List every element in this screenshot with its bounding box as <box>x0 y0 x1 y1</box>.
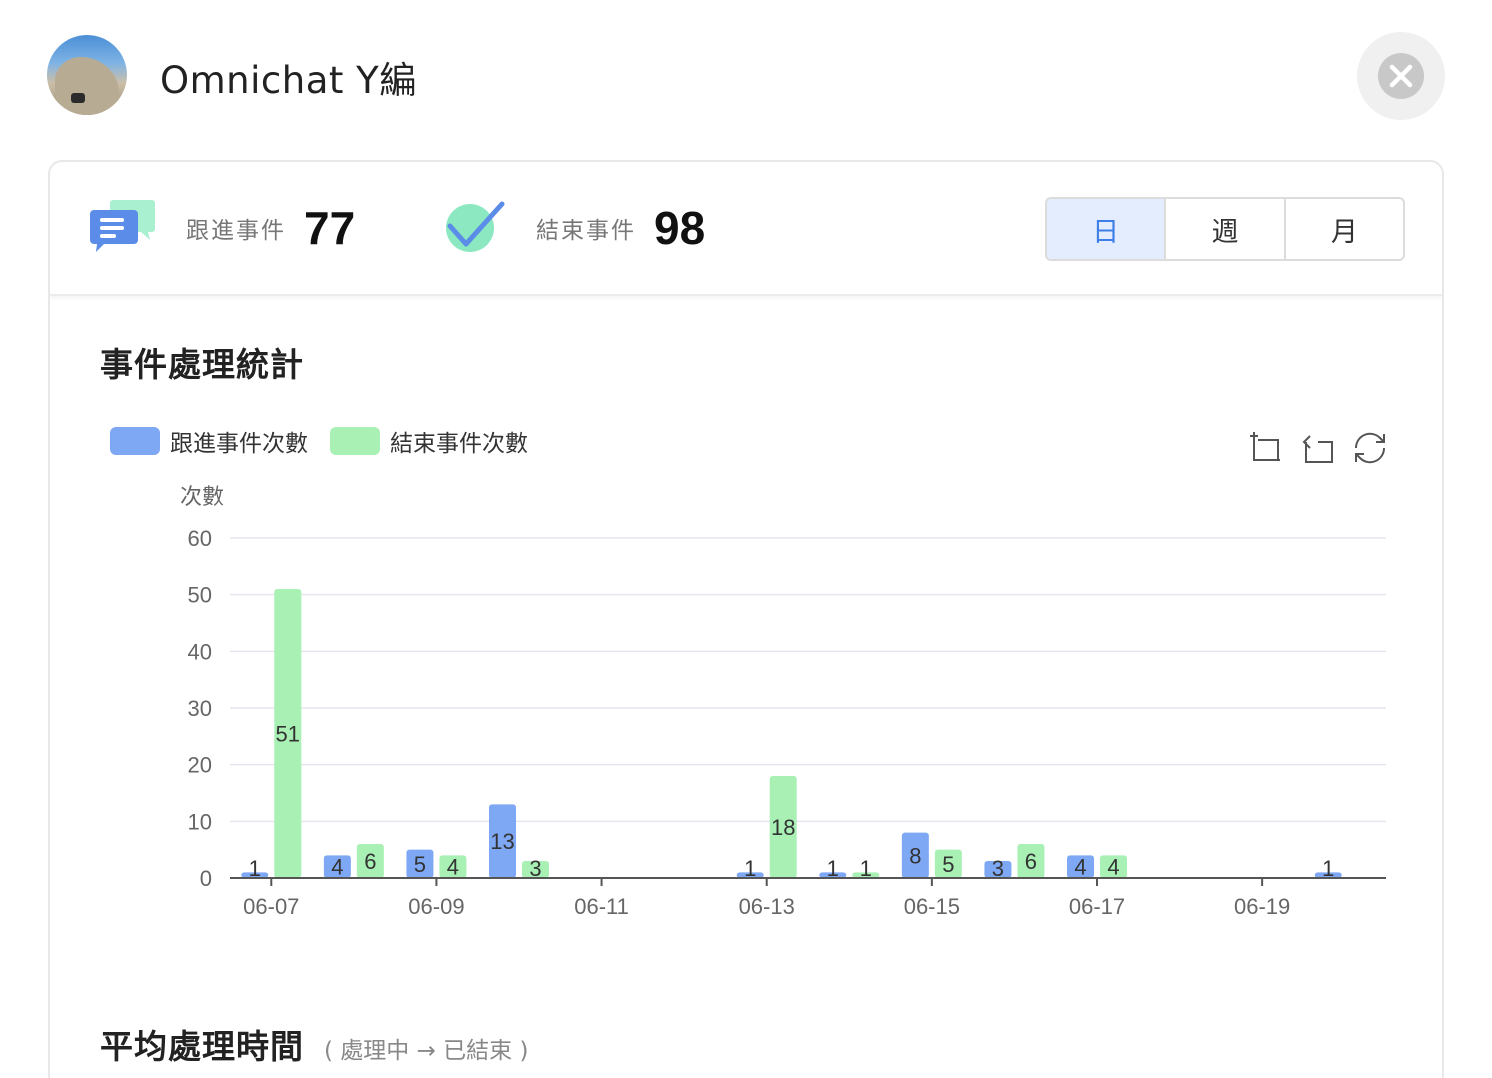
zoom-reset-icon[interactable] <box>1298 428 1338 468</box>
stats-card: 跟進事件 77 結束事件 98 日 週 月 事件處理統計 跟進事件次數 結束事件… <box>48 160 1444 1078</box>
x-tick-label: 06-11 <box>574 894 629 919</box>
y-axis-label: 次數 <box>180 485 224 510</box>
bar-value-label: 4 <box>447 855 459 880</box>
legend-label-closed: 結束事件次數 <box>390 431 528 457</box>
check-circle-icon <box>442 196 506 260</box>
avg-section-subtitle: ( 處理中 → 已結束 ) <box>324 1038 529 1064</box>
y-tick-label: 40 <box>188 639 212 664</box>
y-tick-label: 0 <box>200 866 212 891</box>
bar-value-label: 4 <box>1107 855 1119 880</box>
x-tick-label: 06-19 <box>1234 894 1290 919</box>
bar-value-label: 6 <box>364 849 376 874</box>
x-tick-label: 06-13 <box>739 894 795 919</box>
bar-value-label: 18 <box>771 815 795 840</box>
avatar <box>47 35 127 115</box>
bar-value-label: 4 <box>1074 855 1086 880</box>
bar-value-label: 4 <box>331 855 343 880</box>
bar-value-label: 8 <box>909 843 921 868</box>
y-tick-label: 50 <box>188 583 212 608</box>
bar-chart: 次數01020304050601 4 5131 183 4 1516 4 3181 5 6 406-… <box>180 485 1386 919</box>
chart-toolbox <box>1246 428 1402 468</box>
zoom-select-icon[interactable] <box>1246 428 1286 468</box>
x-tick-label: 06-07 <box>243 894 299 919</box>
refresh-icon[interactable] <box>1350 428 1390 468</box>
closed-stat-label: 結束事件 <box>536 218 636 244</box>
period-toggle: 日 週 月 <box>1045 197 1405 261</box>
x-tick-label: 06-09 <box>408 894 464 919</box>
y-tick-label: 60 <box>188 526 212 551</box>
closed-stat-value: 98 <box>654 202 706 254</box>
legend-item-follow[interactable]: 跟進事件次數 <box>110 424 308 458</box>
period-month-button[interactable]: 月 <box>1286 199 1403 259</box>
closed-stat: 結束事件 98 <box>442 198 705 258</box>
avatar-photo-person <box>71 93 85 103</box>
bar-value-label: 6 <box>1025 849 1037 874</box>
follow-stat: 跟進事件 77 <box>88 198 355 258</box>
close-icon[interactable] <box>1378 53 1424 99</box>
period-week-button[interactable]: 週 <box>1166 199 1286 259</box>
bar-value-label: 13 <box>490 829 514 854</box>
x-tick-label: 06-17 <box>1069 894 1125 919</box>
bar-value-label: 51 <box>276 722 300 747</box>
y-tick-label: 30 <box>188 696 212 721</box>
y-tick-label: 20 <box>188 753 212 778</box>
chart-legend: 跟進事件次數 結束事件次數 <box>110 424 550 458</box>
stats-summary-bar: 跟進事件 77 結束事件 98 日 週 月 <box>50 162 1442 296</box>
follow-stat-value: 77 <box>304 202 356 254</box>
close-button[interactable] <box>1357 32 1445 120</box>
avg-section-title: 平均處理時間 ( 處理中 → 已結束 ) <box>100 1020 528 1068</box>
y-tick-label: 10 <box>188 809 212 834</box>
stats-section-title: 事件處理統計 <box>100 345 304 384</box>
avg-section-title-text: 平均處理時間 <box>100 1027 304 1066</box>
legend-swatch-closed <box>330 427 380 455</box>
bar-value-label: 5 <box>414 852 426 877</box>
chat-bubbles-icon <box>88 196 156 260</box>
user-name: Omnichat Y編 <box>160 59 417 102</box>
bar-value-label: 5 <box>942 852 954 877</box>
legend-swatch-follow <box>110 427 160 455</box>
follow-stat-label: 跟進事件 <box>186 218 286 244</box>
legend-label-follow: 跟進事件次數 <box>170 431 308 457</box>
dialog-header: Omnichat Y編 <box>0 0 1492 150</box>
legend-item-closed[interactable]: 結束事件次數 <box>330 424 528 458</box>
avatar-photo-rock <box>55 57 119 115</box>
period-day-button[interactable]: 日 <box>1047 199 1167 259</box>
x-tick-label: 06-15 <box>904 894 960 919</box>
